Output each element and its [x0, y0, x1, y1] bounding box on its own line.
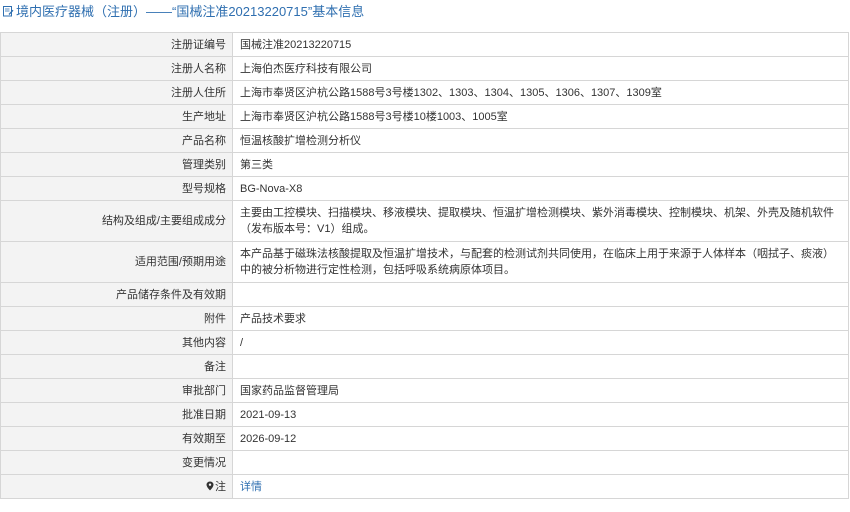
table-row: 附件 产品技术要求 — [0, 306, 849, 331]
document-edit-icon — [2, 5, 14, 17]
table-row: 型号规格 BG-Nova-X8 — [0, 176, 849, 201]
row-value: 第三类 — [232, 152, 849, 177]
row-label: 变更情况 — [0, 450, 233, 475]
table-row: 注册人住所 上海市奉贤区沪杭公路1588号3号楼1302、1303、1304、1… — [0, 80, 849, 105]
table-row: 其他内容 / — [0, 330, 849, 355]
table-row: 产品名称 恒温核酸扩增检测分析仪 — [0, 128, 849, 153]
row-value: 2021-09-13 — [232, 402, 849, 427]
table-row: 注册证编号 国械注准20213220715 — [0, 32, 849, 57]
row-value: 恒温核酸扩增检测分析仪 — [232, 128, 849, 153]
row-label: 注册人住所 — [0, 80, 233, 105]
row-label: 批准日期 — [0, 402, 233, 427]
row-value: 国家药品监督管理局 — [232, 378, 849, 403]
row-label: 审批部门 — [0, 378, 233, 403]
row-label: 其他内容 — [0, 330, 233, 355]
table-row: 产品储存条件及有效期 — [0, 282, 849, 307]
row-value: 上海市奉贤区沪杭公路1588号3号楼10楼1003、1005室 — [232, 104, 849, 129]
row-label: 结构及组成/主要组成成分 — [0, 200, 233, 242]
row-label-note: 注 — [0, 474, 233, 499]
table-row: 注册人名称 上海伯杰医疗科技有限公司 — [0, 56, 849, 81]
row-value: 上海伯杰医疗科技有限公司 — [232, 56, 849, 81]
row-label: 管理类别 — [0, 152, 233, 177]
row-label: 产品名称 — [0, 128, 233, 153]
row-value: 国械注准20213220715 — [232, 32, 849, 57]
row-value: 本产品基于磁珠法核酸提取及恒温扩增技术，与配套的检测试剂共同使用，在临床上用于来… — [232, 241, 849, 283]
row-label: 注册证编号 — [0, 32, 233, 57]
row-label: 生产地址 — [0, 104, 233, 129]
row-value: 产品技术要求 — [232, 306, 849, 331]
row-value: / — [232, 330, 849, 355]
row-value: 主要由工控模块、扫描模块、移液模块、提取模块、恒温扩增检测模块、紫外消毒模块、控… — [232, 200, 849, 242]
table-row: 批准日期 2021-09-13 — [0, 402, 849, 427]
row-value — [232, 354, 849, 379]
table-row: 管理类别 第三类 — [0, 152, 849, 177]
table-row: 注 详情 — [0, 474, 849, 499]
table-row: 生产地址 上海市奉贤区沪杭公路1588号3号楼10楼1003、1005室 — [0, 104, 849, 129]
table-row: 审批部门 国家药品监督管理局 — [0, 378, 849, 403]
table-row: 结构及组成/主要组成成分 主要由工控模块、扫描模块、移液模块、提取模块、恒温扩增… — [0, 200, 849, 242]
row-value: BG-Nova-X8 — [232, 176, 849, 201]
row-value: 上海市奉贤区沪杭公路1588号3号楼1302、1303、1304、1305、13… — [232, 80, 849, 105]
row-value: 2026-09-12 — [232, 426, 849, 451]
row-label: 型号规格 — [0, 176, 233, 201]
page-title: 境内医疗器械（注册）——“国械注准20213220715”基本信息 — [16, 4, 365, 19]
row-label: 备注 — [0, 354, 233, 379]
row-value — [232, 282, 849, 307]
table-row: 有效期至 2026-09-12 — [0, 426, 849, 451]
row-label: 注册人名称 — [0, 56, 233, 81]
table-row: 适用范围/预期用途 本产品基于磁珠法核酸提取及恒温扩增技术，与配套的检测试剂共同… — [0, 241, 849, 283]
table-row: 变更情况 — [0, 450, 849, 475]
row-label: 有效期至 — [0, 426, 233, 451]
row-label: 适用范围/预期用途 — [0, 241, 233, 283]
row-value: 详情 — [232, 474, 849, 499]
map-pin-icon — [206, 481, 214, 491]
row-label: 附件 — [0, 306, 233, 331]
row-value — [232, 450, 849, 475]
device-info-table: 注册证编号 国械注准20213220715 注册人名称 上海伯杰医疗科技有限公司… — [0, 32, 849, 499]
row-label: 产品储存条件及有效期 — [0, 282, 233, 307]
details-link[interactable]: 详情 — [240, 481, 262, 493]
page-header: 境内医疗器械（注册）——“国械注准20213220715”基本信息 — [0, 0, 850, 21]
table-row: 备注 — [0, 354, 849, 379]
row-label: 注 — [215, 480, 226, 493]
